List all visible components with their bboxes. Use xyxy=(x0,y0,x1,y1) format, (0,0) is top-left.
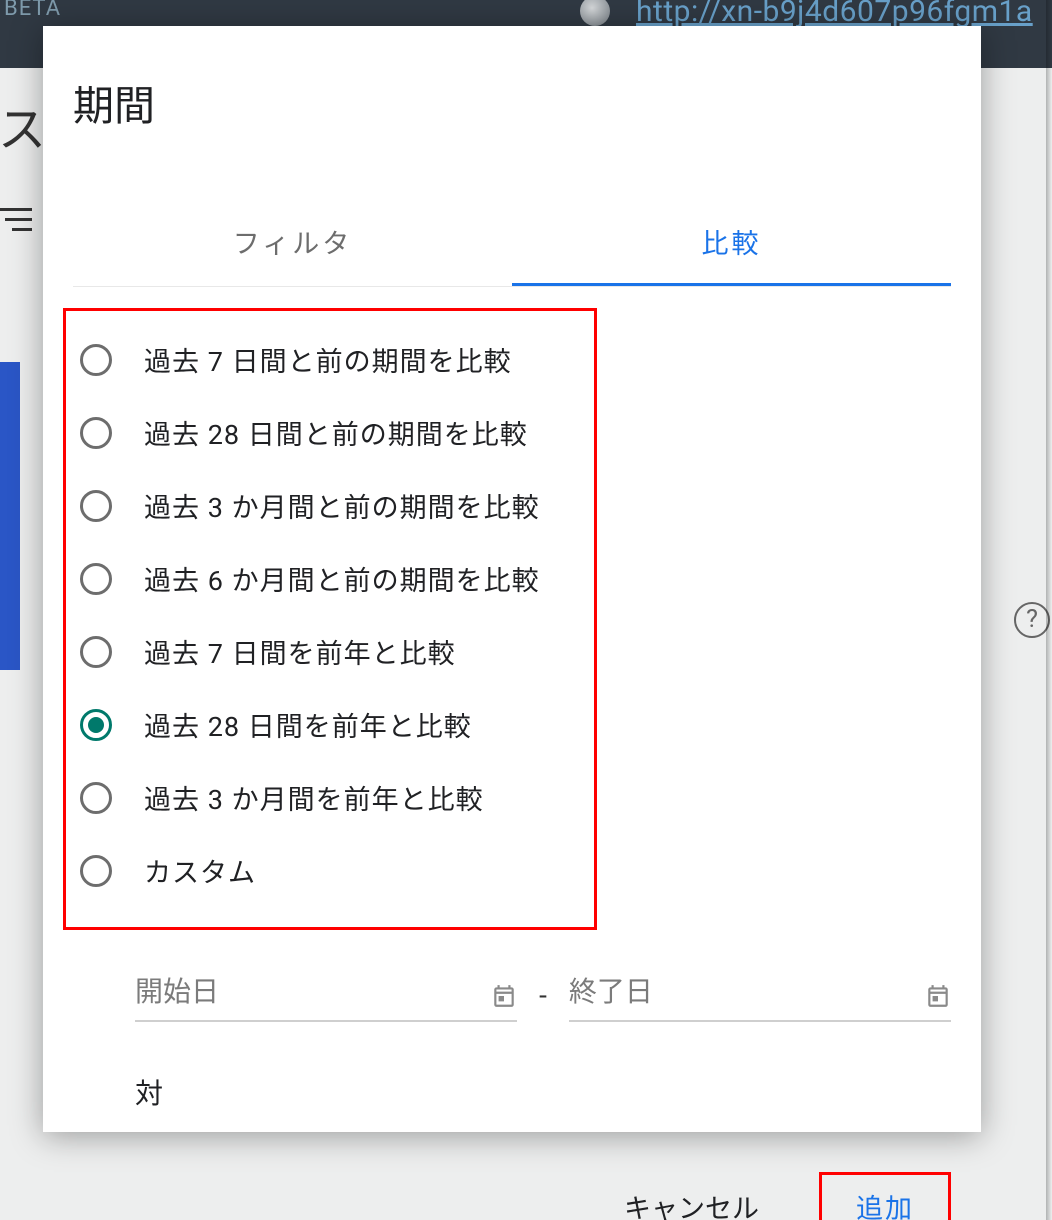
radio-icon xyxy=(80,855,112,887)
end-date-placeholder: 終了日 xyxy=(569,970,653,1010)
tab-compare[interactable]: 比較 xyxy=(512,212,951,286)
radio-icon xyxy=(80,709,112,741)
dialog-footer: キャンセル 追加 xyxy=(43,1148,981,1220)
radio-icon xyxy=(80,782,112,814)
radio-icon xyxy=(80,563,112,595)
radio-label: 過去 28 日間と前の期間を比較 xyxy=(144,413,528,452)
tab-filter[interactable]: フィルタ xyxy=(73,212,512,286)
radio-label: 過去 7 日間を前年と比較 xyxy=(144,632,456,671)
cancel-button[interactable]: キャンセル xyxy=(598,1173,785,1220)
radio-icon xyxy=(80,417,112,449)
filter-icon[interactable] xyxy=(0,208,32,234)
date-range-dialog: 期間 フィルタ 比較 過去 7 日間と前の期間を比較 過去 28 日間と前の期間… xyxy=(43,26,981,1132)
site-url-link[interactable]: http://xn-b9j4d607p96fgm1a xyxy=(636,0,1033,29)
compare-option[interactable]: カスタム xyxy=(66,834,594,907)
dialog-title: 期間 xyxy=(43,26,981,132)
radio-icon xyxy=(80,636,112,668)
help-icon[interactable]: ? xyxy=(1014,602,1050,638)
radio-icon xyxy=(80,490,112,522)
radio-label: 過去 6 か月間と前の期間を比較 xyxy=(144,559,540,598)
end-date-field[interactable]: 終了日 xyxy=(569,970,951,1022)
radio-label: 過去 3 か月間と前の期間を比較 xyxy=(144,486,540,525)
add-button[interactable]: 追加 xyxy=(819,1172,951,1220)
compare-option[interactable]: 過去 28 日間を前年と比較 xyxy=(66,688,594,761)
beta-badge: BETA xyxy=(4,0,61,21)
radio-label: カスタム xyxy=(144,851,256,890)
compare-option[interactable]: 過去 28 日間と前の期間を比較 xyxy=(66,396,594,469)
date-separator: - xyxy=(517,979,569,1022)
compare-option[interactable]: 過去 7 日間を前年と比較 xyxy=(66,615,594,688)
start-date-placeholder: 開始日 xyxy=(135,970,219,1010)
globe-icon xyxy=(580,0,610,26)
compare-option[interactable]: 過去 7 日間と前の期間を比較 xyxy=(66,323,594,396)
start-date-field[interactable]: 開始日 xyxy=(135,970,517,1022)
dialog-tabs: フィルタ 比較 xyxy=(73,212,951,287)
radio-icon xyxy=(80,344,112,376)
compare-options-group: 過去 7 日間と前の期間を比較 過去 28 日間と前の期間を比較 過去 3 か月… xyxy=(63,308,597,930)
versus-label: 対 xyxy=(135,1072,981,1112)
calendar-icon[interactable] xyxy=(491,982,517,1010)
truncated-heading: ス xyxy=(0,90,46,160)
sidebar-active-indicator xyxy=(0,362,20,670)
compare-option[interactable]: 過去 3 か月間を前年と比較 xyxy=(66,761,594,834)
compare-option[interactable]: 過去 6 か月間と前の期間を比較 xyxy=(66,542,594,615)
radio-label: 過去 3 か月間を前年と比較 xyxy=(144,778,484,817)
calendar-icon[interactable] xyxy=(925,982,951,1010)
custom-date-row: 開始日 - 終了日 xyxy=(135,970,951,1022)
compare-option[interactable]: 過去 3 か月間と前の期間を比較 xyxy=(66,469,594,542)
radio-label: 過去 28 日間を前年と比較 xyxy=(144,705,472,744)
radio-label: 過去 7 日間と前の期間を比較 xyxy=(144,340,512,379)
